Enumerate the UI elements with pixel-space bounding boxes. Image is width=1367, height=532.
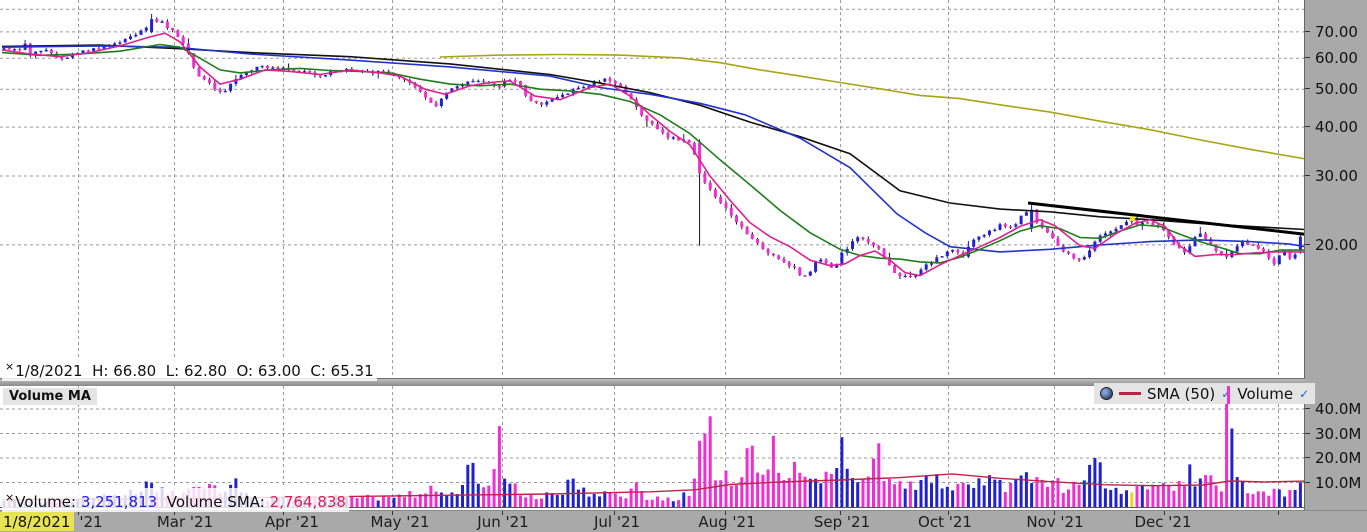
date-tick-label: Sep '21 [814, 513, 870, 531]
close-value: 65.31 [331, 362, 374, 380]
close-label: C: [310, 362, 326, 380]
date-axis-tick [840, 511, 841, 515]
volume-tick-label: 40.0M [1315, 400, 1361, 418]
axis-tick [1305, 408, 1310, 409]
date-tick-label: Jun '21 [477, 513, 528, 531]
date-axis-tick [502, 511, 503, 515]
ma-line-MA-50 [2, 46, 1305, 252]
axis-tick [1305, 482, 1310, 483]
date-tick-label: Jul '21 [594, 513, 640, 531]
date-tick-label: Oct '21 [918, 513, 972, 531]
date-tick-label: Apr '21 [265, 513, 319, 531]
price-tick-label: 40.00 [1315, 118, 1358, 136]
ma-line-MA-200 [440, 55, 1305, 159]
price-tick-label: 50.00 [1315, 80, 1358, 98]
volume-tick-label: 30.0M [1315, 425, 1361, 443]
price-axis[interactable]: 70.00 60.00 50.00 40.00 30.00 20.00 40.0M 30.0M… [1305, 0, 1367, 510]
low-label: L: [166, 362, 179, 380]
ma-line-MA-20 [2, 45, 1305, 263]
axis-tick [1305, 88, 1310, 89]
date-axis-tick [1164, 511, 1165, 515]
price-chart-canvas[interactable] [0, 0, 1305, 378]
high-label: H: [92, 362, 108, 380]
globe-icon[interactable] [1100, 387, 1113, 400]
date-axis-tick [614, 511, 615, 515]
date-axis-tick [948, 511, 949, 515]
sma-legend-label[interactable]: SMA (50) [1147, 385, 1215, 403]
price-tick-label: 30.00 [1315, 167, 1358, 185]
date-tick-label: May '21 [371, 513, 430, 531]
axis-tick [1305, 244, 1310, 245]
close-icon[interactable]: × [5, 360, 14, 373]
volume-dropdown-icon[interactable]: ✓ [1299, 389, 1309, 399]
open-label: O: [236, 362, 253, 380]
date-axis-tick [725, 511, 726, 515]
date-tick-label: Aug '21 [698, 513, 755, 531]
price-tick-label: 70.00 [1315, 23, 1358, 41]
axis-tick [1305, 457, 1310, 458]
volume-readout: ×Volume: 3,251,813 Volume SMA: 2,764,838 [2, 488, 349, 512]
axis-tick [1305, 175, 1310, 176]
event-marker [1130, 216, 1135, 221]
date-axis-tick [1054, 511, 1055, 515]
date-tick-label: Mar '21 [157, 513, 213, 531]
axis-tick [1305, 126, 1310, 127]
low-value: 62.80 [184, 362, 227, 380]
ohlc-readout: ×1/8/2021 H: 66.80 L: 62.80 O: 63.00 C: … [2, 357, 377, 381]
volume-label: Volume: [15, 493, 76, 511]
high-value: 66.80 [113, 362, 156, 380]
axis-tick [1305, 31, 1310, 32]
volume-sma-label: Volume SMA: [167, 493, 265, 511]
date-axis-tick [1278, 511, 1279, 515]
sma-dropdown-icon[interactable]: ✓ [1221, 389, 1231, 399]
readout-date: 1/8/2021 [15, 362, 82, 380]
axis-tick [1305, 433, 1310, 434]
ma-line-MA-10 [2, 33, 1305, 275]
volume-pane-title: Volume MA [3, 388, 97, 405]
volume-legend: SMA (50) ✓ Volume ✓ [1094, 383, 1315, 404]
ma-line-MA-100 [2, 45, 1305, 229]
price-tick-label: 60.00 [1315, 49, 1358, 67]
date-tick-label: '21 [79, 513, 102, 531]
close-icon[interactable]: × [5, 491, 14, 504]
volume-legend-label[interactable]: Volume [1237, 385, 1293, 403]
sma-line-swatch [1119, 392, 1141, 395]
date-tick-label: Nov '21 [1026, 513, 1083, 531]
volume-value: 3,251,813 [81, 493, 157, 511]
volume-tick-label: 20.0M [1315, 449, 1361, 467]
date-axis-tick [392, 511, 393, 515]
chart-window: 70.00 60.00 50.00 40.00 30.00 20.00 40.0M 30.0M… [0, 0, 1367, 532]
volume-sma-value: 2,764,838 [270, 493, 346, 511]
selected-date-chip: 1/8/2021 [0, 512, 74, 531]
date-axis[interactable]: 1/8/2021 '21 Mar '21 Apr '21 May '21 Jun '21… [0, 510, 1367, 532]
axis-tick [1305, 57, 1310, 58]
price-tick-label: 20.00 [1315, 236, 1358, 254]
volume-tick-label: 10.0M [1315, 474, 1361, 492]
open-value: 63.00 [258, 362, 301, 380]
date-tick-label: Dec '21 [1134, 513, 1191, 531]
